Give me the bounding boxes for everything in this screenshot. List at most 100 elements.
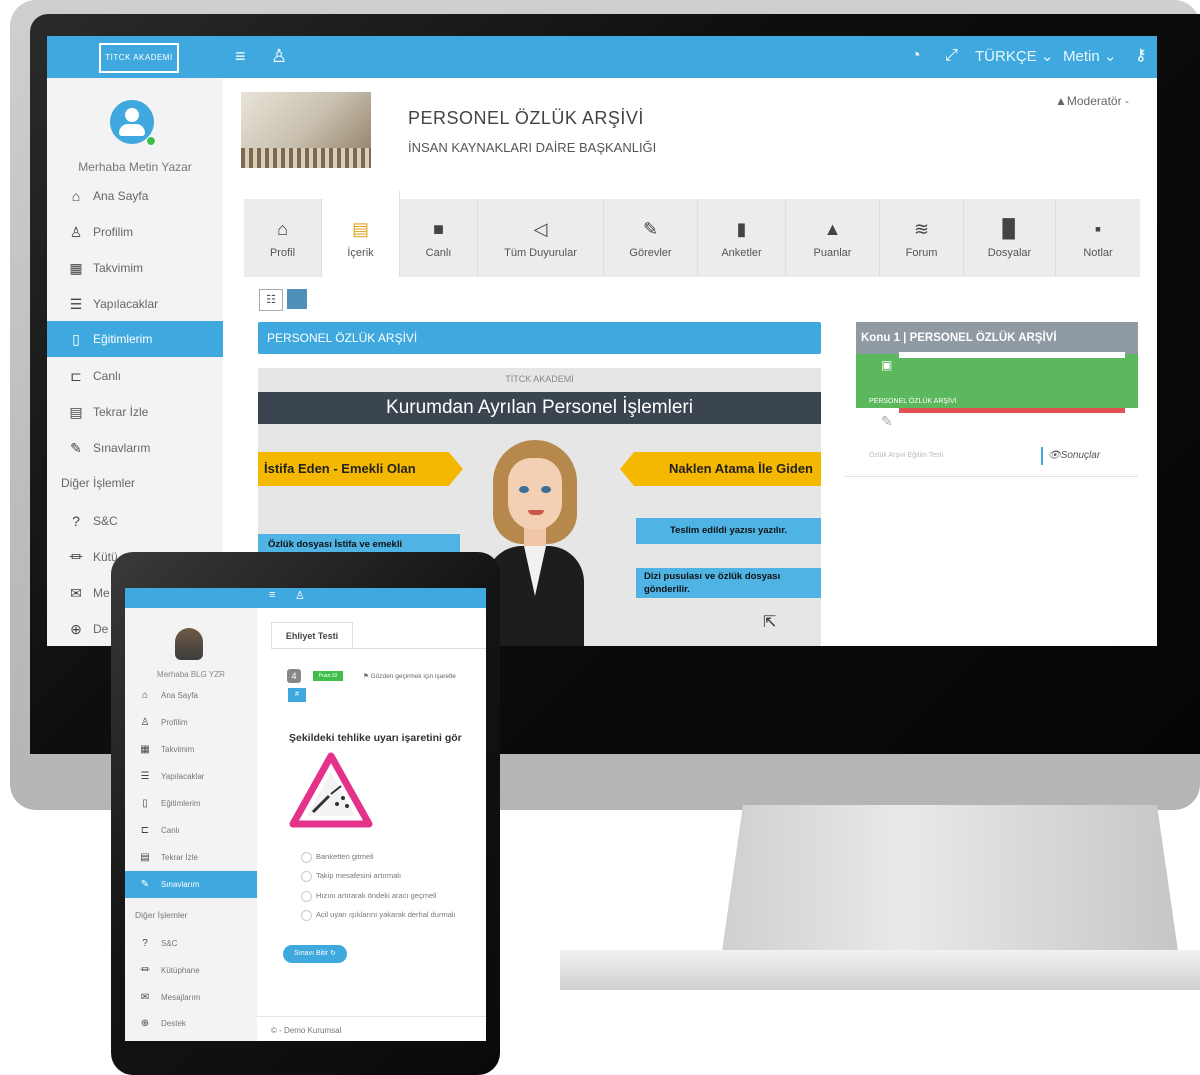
top-bar: TİTCK AKADEMİ ≡ ♙ ◔ ⤢ TÜRKÇE ⌄ Metin ⌄ ⚷ <box>47 36 1157 78</box>
review-flag[interactable]: ⚑ Gözden geçirmek için işaretle <box>363 672 456 680</box>
tab-surveys[interactable]: ▮ Anketler <box>698 199 786 277</box>
user-icon[interactable]: ♙ <box>271 44 287 68</box>
warning-sign-icon <box>289 752 373 828</box>
tab-profile[interactable]: ⌂ Profil <box>244 199 322 277</box>
topic-progress-red <box>899 408 1125 413</box>
course-thumbnail <box>241 92 371 168</box>
list-view-icon[interactable]: ☷ <box>259 289 283 311</box>
list-icon: ☰ <box>69 296 83 312</box>
sidebar-item-replay[interactable]: ▤ Tekrar İzle <box>125 844 257 871</box>
menu-icon[interactable]: ≡ <box>235 44 246 68</box>
tablet-sidebar: Merhaba BLG YZR ⌂ Ana Sayfa ♙ Profilim ▦ Ta… <box>125 608 257 1041</box>
avatar[interactable] <box>110 100 156 146</box>
sidebar-item-live[interactable]: ⊏ Canlı <box>47 358 223 394</box>
topic-item-label[interactable]: PERSONEL ÖZLÜK ARŞİVİ <box>869 398 957 405</box>
role-menu[interactable]: ▲Moderatör - <box>1055 94 1129 108</box>
other-actions-heading: Diğer İşlemler <box>135 910 188 920</box>
sidebar-item-messages[interactable]: ✉ Mesajlarım <box>125 984 257 1011</box>
video-right-arrow: Naklen Atama İle Giden <box>620 452 821 486</box>
sidebar-item-replay[interactable]: ▤ Tekrar İzle <box>47 394 223 430</box>
avatar[interactable] <box>175 628 203 660</box>
option-radio[interactable] <box>301 871 312 882</box>
tab-tasks[interactable]: ✎ Görevler <box>604 199 698 277</box>
sidebar-item-exams[interactable]: ✎ Sınavlarım <box>47 430 223 466</box>
tablet-top-bar: ≡ ♙ <box>125 588 486 608</box>
sidebar-item-todo[interactable]: ☰ Yapılacaklar <box>47 286 223 322</box>
sidebar-item-faq[interactable]: ? S&C <box>125 930 257 957</box>
question-number: 4 <box>287 669 301 683</box>
option-label[interactable]: Takip mesafesini artırmalı <box>316 871 401 880</box>
sidebar-item-calendar[interactable]: ▦ Takvimim <box>47 250 223 286</box>
support-icon: ⊕ <box>140 1018 150 1029</box>
tab-driving-test[interactable]: Ehliyet Testi <box>271 622 353 649</box>
panel-header[interactable]: PERSONEL ÖZLÜK ARŞİVİ <box>258 322 821 354</box>
topic-progress-bar <box>899 352 1125 358</box>
graduation-icon: ▲ <box>823 219 842 239</box>
tab-scores[interactable]: ▲ Puanlar <box>786 199 880 277</box>
user-icon[interactable]: ♙ <box>295 589 305 602</box>
key-icon[interactable]: ⚷ <box>1135 44 1147 68</box>
sidebar-item-live[interactable]: ⊏ Canlı <box>125 817 257 844</box>
finish-exam-button[interactable]: Sınavı Bitir ↻ <box>283 945 347 963</box>
image-view-icon[interactable] <box>287 289 307 309</box>
sidebar-item-todo[interactable]: ☰ Yapılacaklar <box>125 763 257 790</box>
flag-icon: ⚑ <box>363 673 371 680</box>
list-icon: ☰ <box>140 771 150 782</box>
home-icon: ⌂ <box>277 219 288 239</box>
sidebar-item-library[interactable]: ⏛ Kütüphane <box>125 957 257 984</box>
topic-card-header[interactable]: Konu 1 | PERSONEL ÖZLÜK ARŞİVİ <box>856 322 1138 354</box>
topic-test-label[interactable]: Özlük Arşivi Eğitim Testi <box>869 452 943 459</box>
option-label[interactable]: Acil uyarı ışıklarını yakarak derhal dur… <box>316 910 456 919</box>
hash-button[interactable]: # <box>288 688 306 702</box>
user-icon: ♙ <box>140 717 150 728</box>
library-icon: ⏛ <box>140 965 150 976</box>
video-brand: TİTCK AKADEMİ <box>505 374 574 384</box>
logo[interactable]: TİTCK AKADEMİ <box>99 43 179 73</box>
home-icon: ⌂ <box>141 690 149 701</box>
video-icon: ⊏ <box>70 368 82 384</box>
option-label[interactable]: Hızını artırarak öndeki aracı geçmeli <box>316 891 436 900</box>
sidebar-item-profile[interactable]: ♙ Profilim <box>125 709 257 736</box>
other-actions-heading: Diğer İşlemler <box>61 476 136 490</box>
greeting: Merhaba Metin Yazar <box>78 160 192 174</box>
option-radio[interactable] <box>301 910 312 921</box>
tab-notes[interactable]: ▪ Notlar <box>1056 199 1140 277</box>
forum-icon: ≋ <box>913 219 930 239</box>
results-button[interactable]: 👁Sonuçlar <box>1041 447 1106 465</box>
sidebar-item-profile[interactable]: ♙ Profilim <box>47 214 223 250</box>
option-radio[interactable] <box>301 891 312 902</box>
megaphone-icon: ◁ <box>533 219 548 239</box>
sidebar-item-home[interactable]: ⌂ Ana Sayfa <box>47 178 223 214</box>
sidebar-item-trainings[interactable]: ▯ Eğitimlerim <box>125 790 257 817</box>
sidebar-item-exams[interactable]: ✎ Sınavlarım <box>125 871 257 898</box>
tab-live[interactable]: ■ Canlı <box>400 199 478 277</box>
tab-content[interactable]: ▤ İçerik <box>322 191 400 277</box>
mail-icon: ✉ <box>140 992 150 1003</box>
book-icon: ▯ <box>142 798 148 809</box>
option-radio[interactable] <box>301 852 312 863</box>
pencil-icon: ✎ <box>642 219 659 239</box>
sidebar-item-home[interactable]: ⌂ Ana Sayfa <box>125 682 257 709</box>
library-icon: ⏛ <box>69 549 83 565</box>
home-icon: ⌂ <box>71 188 81 204</box>
video-right-box-2: Dizi pusulası ve özlük dosyası gönderili… <box>636 568 821 598</box>
video-title: Kurumdan Ayrılan Personel İşlemleri <box>258 392 821 424</box>
footer-text: © - Demo Kurumsal <box>271 1026 342 1035</box>
fullscreen-icon[interactable]: ⤢ <box>945 44 958 68</box>
course-subtitle: İNSAN KAYNAKLARI DAİRE BAŞKANLIĞI <box>408 140 657 155</box>
tab-files[interactable]: ▉ Dosyalar <box>964 199 1056 277</box>
sidebar-item-trainings[interactable]: ▯ Eğitimlerim <box>47 321 223 357</box>
bell-icon[interactable]: ◔ <box>911 44 921 68</box>
file-icon: ▉ <box>1002 219 1017 239</box>
user-menu[interactable]: Metin ⌄ <box>1063 47 1116 67</box>
tab-announcements[interactable]: ◁ Tüm Duyurular <box>478 199 604 277</box>
language-selector[interactable]: TÜRKÇE ⌄ <box>975 47 1053 67</box>
tab-forum[interactable]: ≋ Forum <box>880 199 964 277</box>
sidebar-item-calendar[interactable]: ▦ Takvimim <box>125 736 257 763</box>
menu-icon[interactable]: ≡ <box>269 589 275 601</box>
option-label[interactable]: Banketten gitmeli <box>316 852 374 861</box>
question-text: Şekildeki tehlike uyarı işaretini gör <box>289 732 462 744</box>
edit-icon[interactable]: ✎ <box>881 413 893 430</box>
sidebar-item-support[interactable]: ⊕ Destek <box>125 1010 257 1037</box>
sidebar-item-faq[interactable]: ? S&C <box>47 503 223 539</box>
